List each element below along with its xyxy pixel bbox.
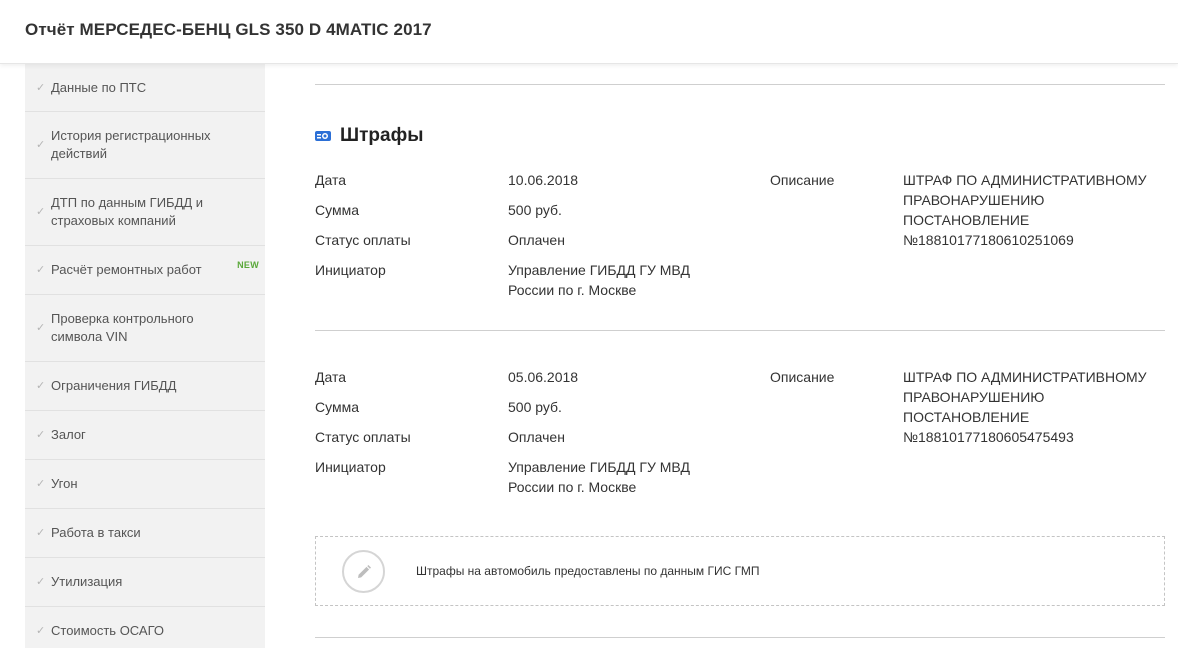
sidebar-item-theft[interactable]: ✓ Угон: [25, 460, 265, 509]
divider: [315, 330, 1165, 331]
sidebar-item-vin-check[interactable]: ✓ Проверка контрольного символа VIN: [25, 295, 265, 362]
description-label: Описание: [770, 369, 835, 385]
report-content: Штрафы Дата 10.06.2018 Сумма 500 руб. Ст…: [315, 64, 1165, 648]
sidebar-item-label: ДТП по данным ГИБДД и страховых компаний: [51, 195, 204, 228]
status-value: Оплачен: [508, 429, 565, 445]
report-header: Отчёт МЕРСЕДЕС-БЕНЦ GLS 350 D 4MATIC 201…: [0, 0, 1178, 64]
sidebar-item-label: Стоимость ОСАГО: [51, 623, 165, 638]
sidebar-item-label: Проверка контрольного символа VIN: [51, 311, 194, 344]
note-text: Штрафы на автомобиль предоставлены по да…: [416, 564, 760, 578]
sidebar-item-label: Залог: [51, 427, 86, 442]
check-icon: ✓: [36, 380, 46, 392]
divider: [315, 84, 1165, 85]
sidebar-item-accidents[interactable]: ✓ ДТП по данным ГИБДД и страховых компан…: [25, 179, 265, 246]
date-label: Дата: [315, 172, 347, 188]
divider: [315, 637, 1165, 638]
sidebar-item-label: Утилизация: [51, 574, 123, 589]
check-icon: ✓: [36, 139, 46, 151]
description-label: Описание: [770, 172, 835, 188]
pencil-icon: [342, 550, 385, 593]
check-icon: ✓: [36, 322, 46, 334]
status-label: Статус оплаты: [315, 429, 411, 445]
page-title: Отчёт МЕРСЕДЕС-БЕНЦ GLS 350 D 4MATIC 201…: [25, 20, 432, 39]
sidebar-item-repair-calc[interactable]: ✓ Расчёт ремонтных работ NEW: [25, 246, 265, 295]
fine-record: Дата 10.06.2018 Сумма 500 руб. Статус оп…: [315, 170, 1165, 298]
initiator-value: Управление ГИБДД ГУ МВД России по г. Мос…: [508, 262, 690, 298]
sidebar-item-taxi[interactable]: ✓ Работа в такси: [25, 509, 265, 558]
initiator-label: Инициатор: [315, 262, 386, 278]
check-icon: ✓: [36, 478, 46, 490]
check-icon: ✓: [36, 81, 46, 94]
check-icon: ✓: [36, 429, 46, 441]
date-value: 10.06.2018: [508, 172, 579, 188]
check-icon: ✓: [36, 576, 46, 588]
sidebar-item-label: Расчёт ремонтных работ: [51, 262, 202, 277]
initiator-label: Инициатор: [315, 459, 386, 475]
sidebar-item-label: Угон: [51, 476, 78, 491]
new-badge: NEW: [237, 260, 259, 270]
section-title: Штрафы: [340, 125, 424, 146]
sidebar-item-pledge[interactable]: ✓ Залог: [25, 411, 265, 460]
sidebar-item-label: Работа в такси: [51, 525, 141, 540]
sidebar-item-registration-history[interactable]: ✓ История регистрационных действий: [25, 112, 265, 179]
amount-label: Сумма: [315, 399, 359, 415]
amount-value: 500 руб.: [508, 399, 562, 415]
fines-icon: [315, 131, 331, 141]
description-value: ШТРАФ ПО АДМИНИСТРАТИВНОМУ ПРАВОНАРУШЕНИ…: [903, 172, 1147, 248]
check-icon: ✓: [36, 206, 46, 218]
initiator-value: Управление ГИБДД ГУ МВД России по г. Мос…: [508, 459, 690, 495]
sidebar-item-restrictions[interactable]: ✓ Ограничения ГИБДД: [25, 362, 265, 411]
sidebar-item-label: Ограничения ГИБДД: [51, 378, 177, 393]
check-icon: ✓: [36, 625, 46, 637]
description-value: ШТРАФ ПО АДМИНИСТРАТИВНОМУ ПРАВОНАРУШЕНИ…: [903, 369, 1147, 445]
status-label: Статус оплаты: [315, 232, 411, 248]
date-label: Дата: [315, 369, 347, 385]
check-icon: ✓: [36, 527, 46, 539]
amount-label: Сумма: [315, 202, 359, 218]
fines-section-header: Штрафы: [315, 125, 423, 147]
sidebar-item-label: Данные по ПТС: [51, 79, 147, 95]
sidebar: ✓ Данные по ПТС ✓ История регистрационны…: [25, 64, 265, 648]
sidebar-item-disposal[interactable]: ✓ Утилизация: [25, 558, 265, 607]
data-source-note: Штрафы на автомобиль предоставлены по да…: [315, 536, 1165, 606]
status-value: Оплачен: [508, 232, 565, 248]
sidebar-item-label: История регистрационных действий: [51, 128, 211, 161]
sidebar-item-pts[interactable]: ✓ Данные по ПТС: [25, 64, 265, 112]
sidebar-item-osago-cost[interactable]: ✓ Стоимость ОСАГО: [25, 607, 265, 648]
fine-record: Дата 05.06.2018 Сумма 500 руб. Статус оп…: [315, 367, 1165, 495]
amount-value: 500 руб.: [508, 202, 562, 218]
check-icon: ✓: [36, 264, 46, 276]
date-value: 05.06.2018: [508, 369, 579, 385]
